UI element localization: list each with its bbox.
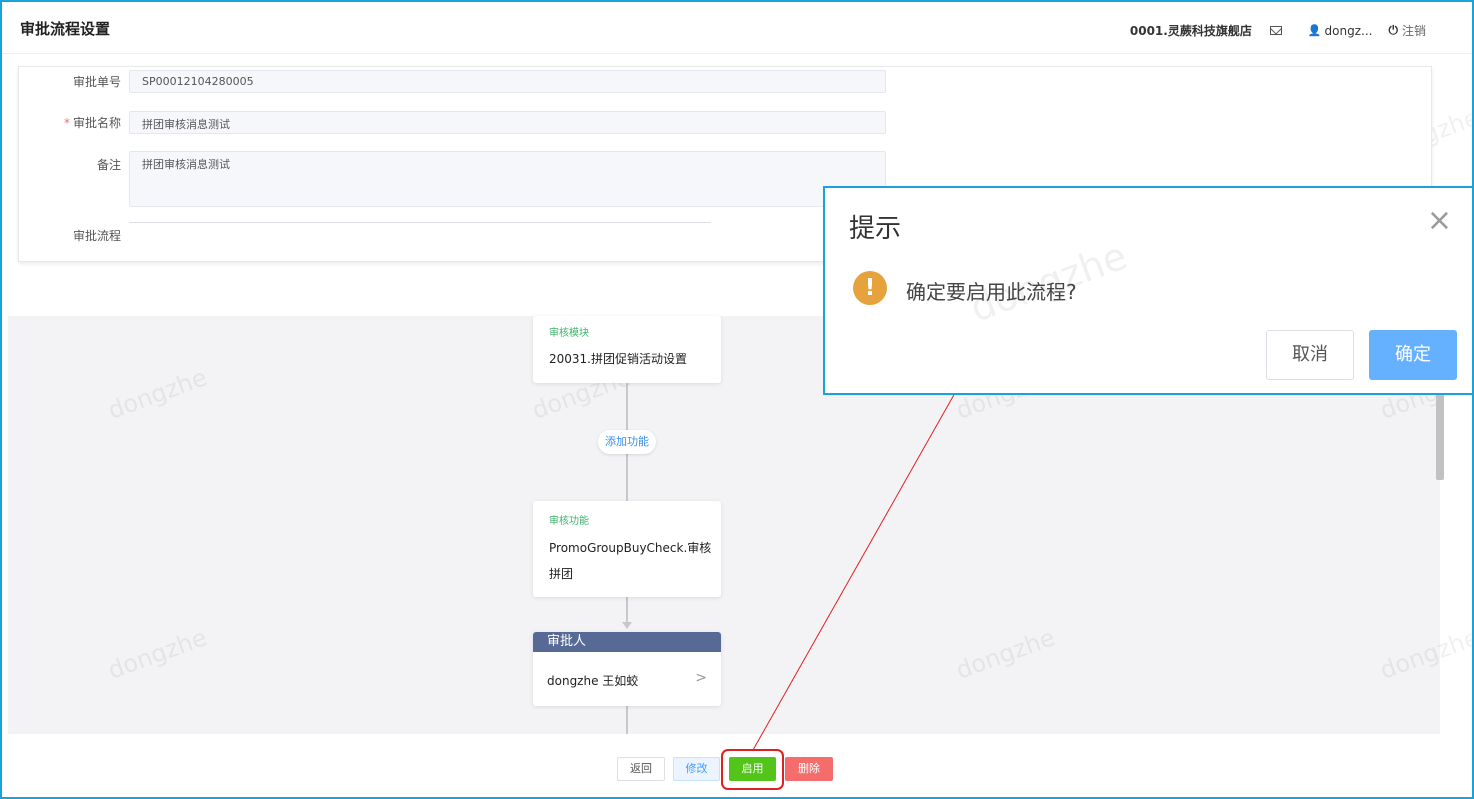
approval-no-label: 审批单号 [72,75,121,89]
mail-icon[interactable] [1269,26,1282,35]
annotation-highlight-box [721,749,784,790]
remark-field[interactable]: 拼团审核消息测试 [129,151,886,207]
store-name[interactable]: 0001.灵蕨科技旗舰店 [1130,22,1252,39]
delete-button[interactable]: 删除 [785,757,833,781]
edit-button[interactable]: 修改 [673,757,720,781]
confirm-dialog: 提示 × dongzhe ! 确定要启用此流程? 取消 确定 [823,186,1472,395]
module-caption: 审核模块 [549,328,589,339]
required-mark: * [63,116,70,130]
approver-name: dongzhe 王如蛟 [547,674,639,688]
top-right-toolbar: 0001.灵蕨科技旗舰店 👤 dongz... ⏻ 注销 [1130,22,1426,39]
flow-node-function[interactable]: 审核功能 PromoGroupBuyCheck.审核 拼团 [533,501,721,597]
app-frame: dongzhe dongzhe dongzhe dongzhe dongzhe … [0,0,1474,799]
flow-node-module[interactable]: 审核模块 20031.拼团促销活动设置 [533,316,721,383]
dialog-confirm-button[interactable]: 确定 [1369,330,1457,380]
approval-name-field[interactable]: 拼团审核消息测试 [129,111,886,134]
vertical-scrollbar[interactable] [1436,392,1444,480]
approval-name-label: * 审批名称 [41,114,121,131]
logout-link[interactable]: 注销 [1402,22,1426,39]
chevron-right-icon[interactable]: > [695,670,707,686]
top-bar: 审批流程设置 0001.灵蕨科技旗舰店 👤 dongz... ⏻ 注销 [2,2,1472,54]
flow-connector [626,706,628,734]
function-caption: 审核功能 [549,516,589,527]
module-text: 20031.拼团促销活动设置 [549,352,687,366]
add-function-button[interactable]: 添加功能 [598,430,656,454]
close-icon[interactable]: × [1427,206,1452,236]
warning-icon: ! [853,271,887,305]
power-icon[interactable]: ⏻ [1388,23,1398,38]
username[interactable]: dongz... [1325,24,1373,38]
function-text-line1: PromoGroupBuyCheck.审核 [549,541,712,555]
form-divider [129,222,711,223]
flow-node-approver[interactable]: 审批人 dongzhe 王如蛟 > [533,632,721,706]
flow-label: 审批流程 [72,229,121,243]
arrow-down-icon [622,622,632,629]
user-icon: 👤 [1307,24,1322,37]
back-button[interactable]: 返回 [617,757,665,781]
approval-name-label-text: 审批名称 [72,116,121,130]
dialog-cancel-button[interactable]: 取消 [1266,330,1354,380]
dialog-title: 提示 [849,214,902,244]
function-text-line2: 拼团 [549,567,574,581]
flow-connector [626,597,628,625]
approver-header: 审批人 [533,632,721,652]
remark-label: 备注 [96,158,121,172]
page-title: 审批流程设置 [20,20,111,38]
dialog-message: 确定要启用此流程? [906,280,1077,304]
approval-no-field[interactable]: SP00012104280005 [129,70,886,93]
